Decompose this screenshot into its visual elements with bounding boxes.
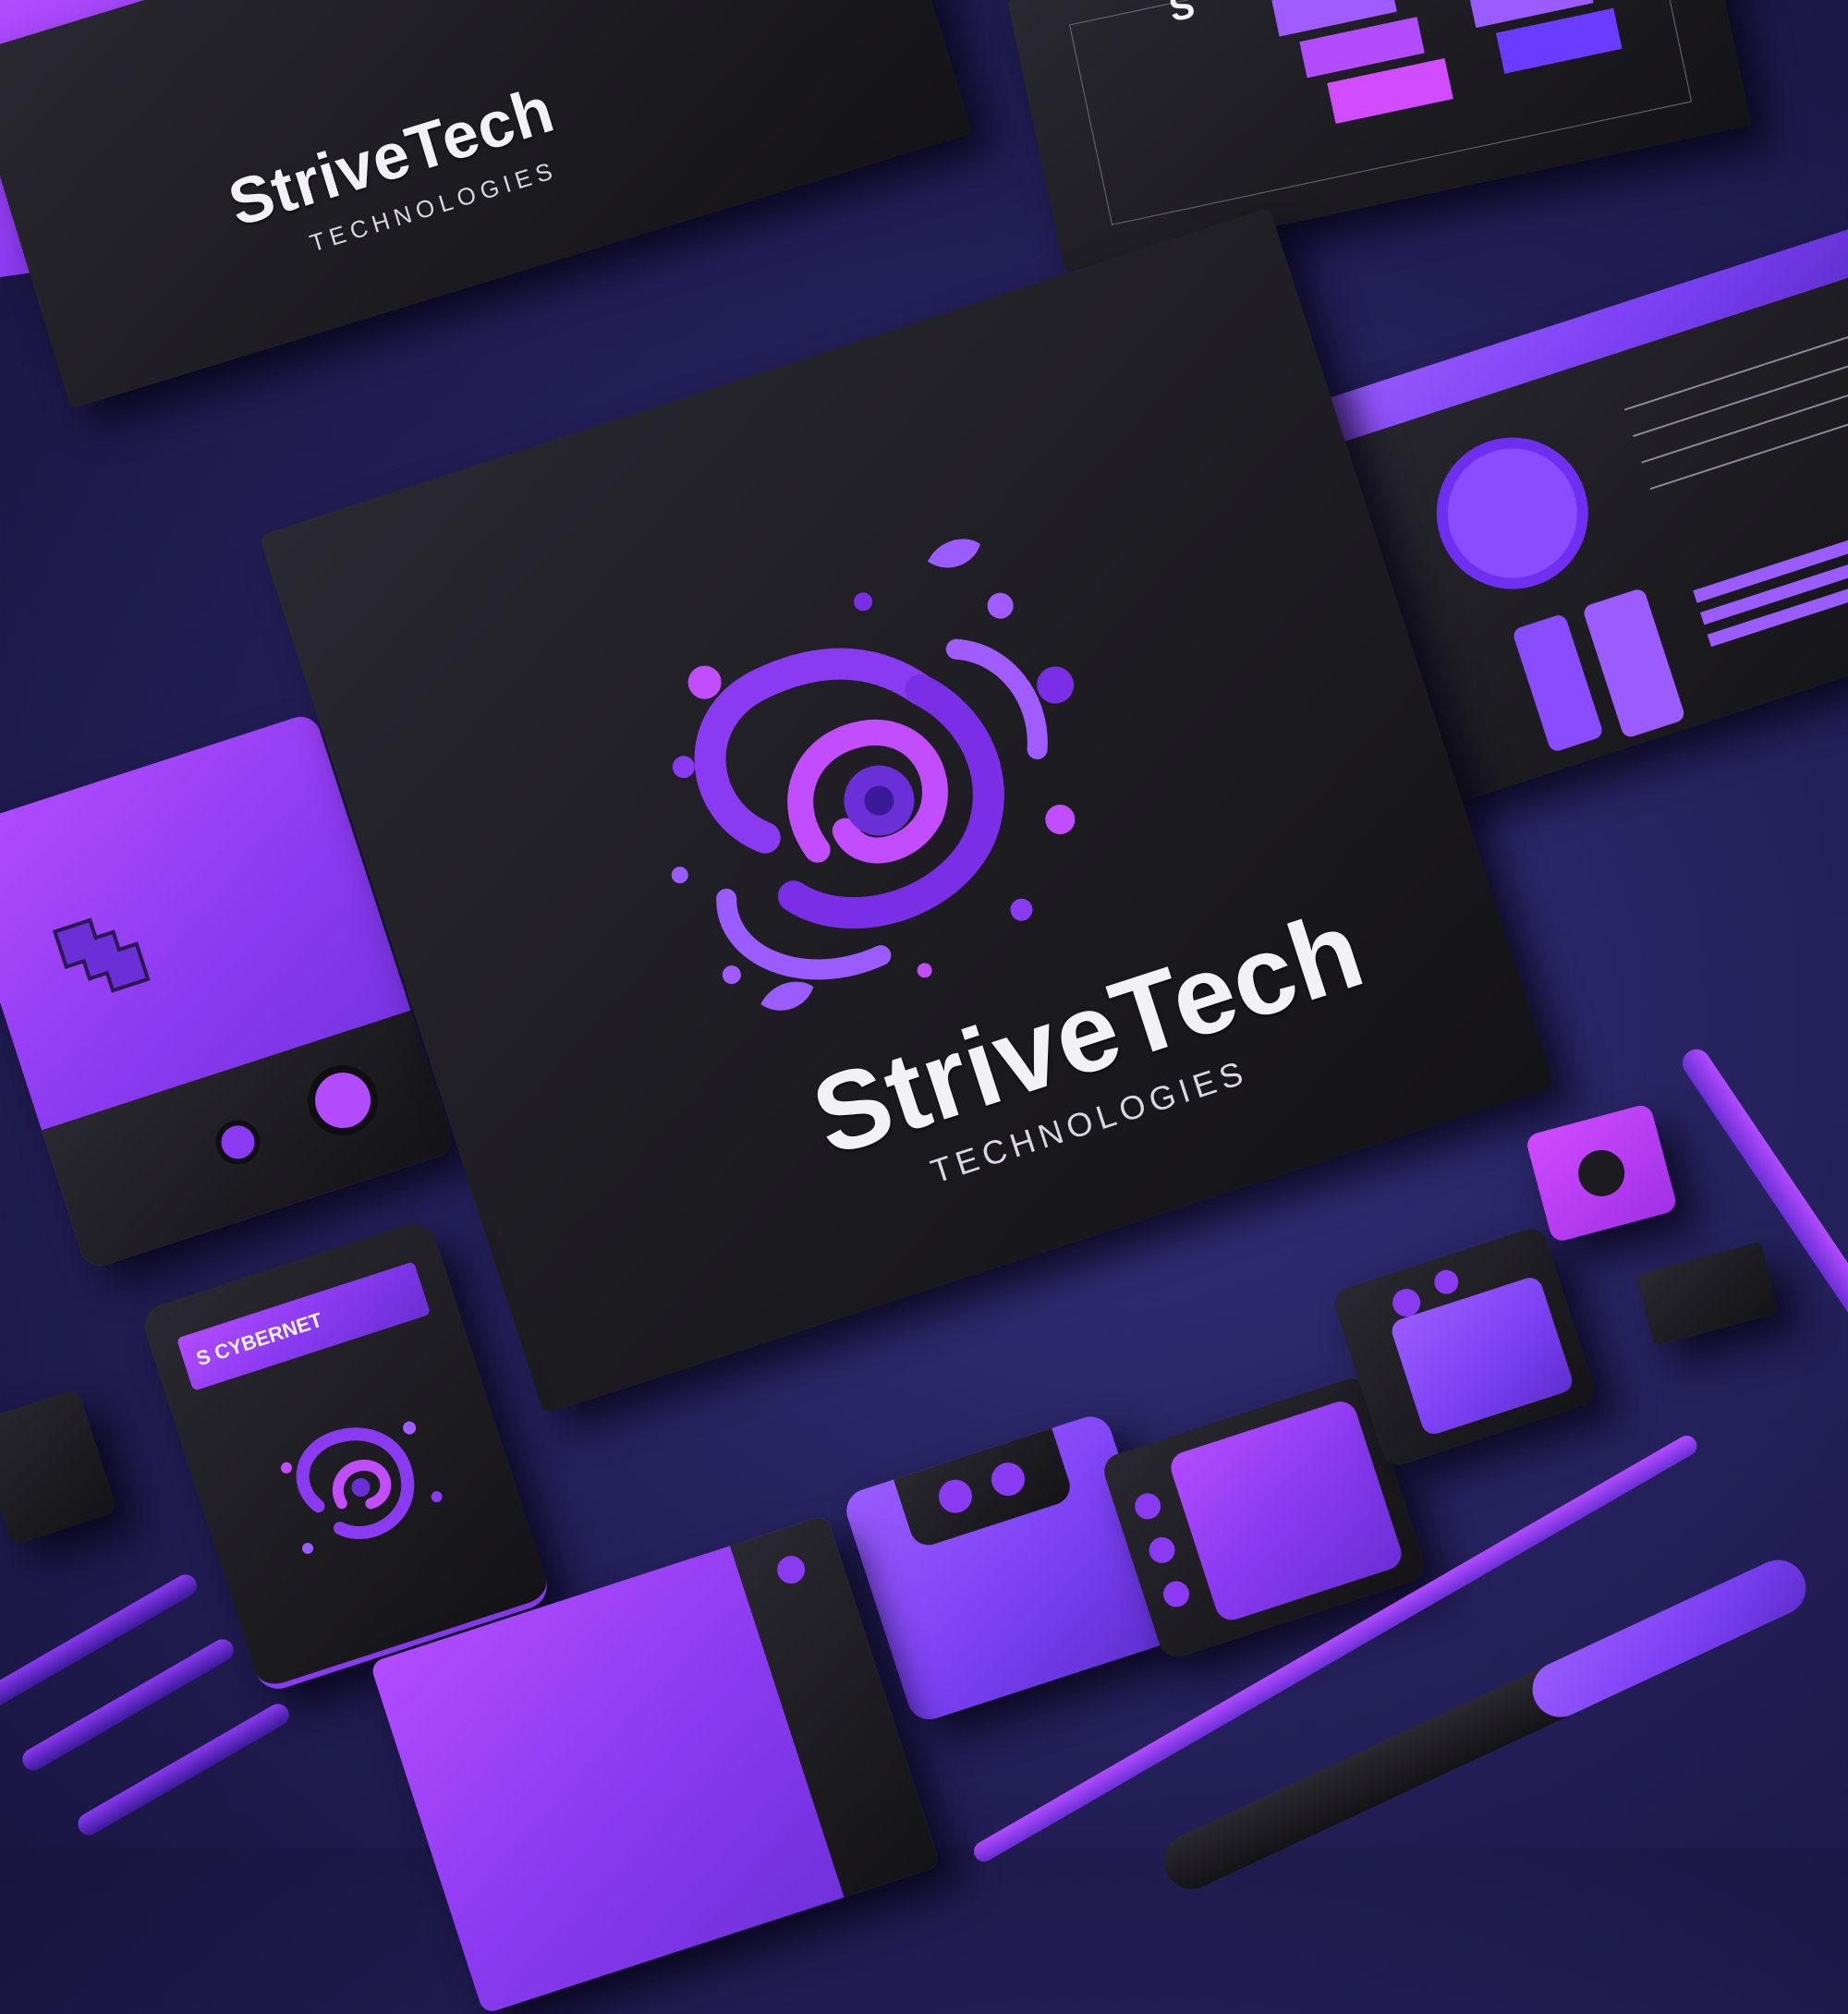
tile-dot	[1145, 1534, 1179, 1567]
leaf-icon	[927, 539, 981, 568]
pen-purple-barrel	[1523, 1550, 1816, 1727]
card-label-strip: S CYBERNET	[176, 1261, 432, 1391]
strap-button	[308, 1065, 378, 1135]
magenta-square-chip	[1525, 1102, 1679, 1244]
document-text-line	[1649, 413, 1848, 491]
document-header-strip	[1303, 224, 1848, 451]
device-button	[987, 1458, 1029, 1500]
chip-hole	[1573, 1145, 1630, 1202]
tray-dot	[1430, 1267, 1462, 1298]
device-black-clip	[894, 1427, 1075, 1550]
spine-dot	[773, 1552, 809, 1588]
strap-button	[216, 1121, 260, 1164]
tile-dot	[1131, 1489, 1164, 1523]
bottom-left-black-piece	[0, 1388, 118, 1547]
card-logo-swirl-icon	[258, 1387, 465, 1587]
top-left-black-box: StriveTech TECHNOLOGIES	[0, 0, 973, 409]
document-text-line	[1623, 334, 1848, 411]
small-black-block	[1635, 1241, 1780, 1347]
card-label: S CYBERNET	[193, 1307, 325, 1371]
notebook-emblem	[31, 886, 171, 1025]
document-circle-graphic	[1430, 431, 1595, 595]
tile-dot	[1160, 1577, 1193, 1611]
branding-mockup-scene: { "brand": { "name": "StriveTech", "tagl…	[0, 0, 1848, 2014]
square-purple-tile	[1166, 1397, 1406, 1625]
top-right-swatch-folder: S	[1007, 0, 1752, 272]
device-button	[934, 1474, 977, 1518]
leaf-icon	[760, 981, 814, 1011]
